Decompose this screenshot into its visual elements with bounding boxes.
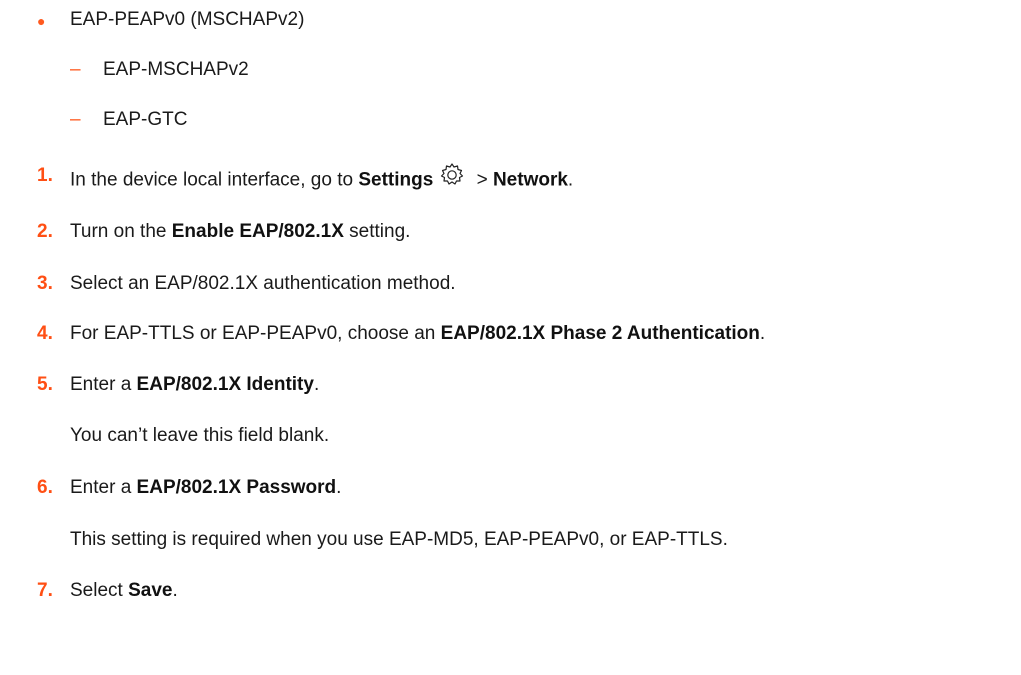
- step-note-text: This setting is required when you use EA…: [70, 529, 728, 550]
- step-text: Select an EAP/802.1X authentication meth…: [70, 273, 456, 294]
- step-text-pre: In the device local interface, go to: [70, 169, 359, 191]
- step-text-post: .: [313, 374, 320, 395]
- bullet-text: EAP-PEAPv0 (MSCHAPv2): [70, 9, 305, 30]
- step-number: 7.: [37, 580, 53, 601]
- step-number: 1.: [37, 165, 53, 186]
- step-text-pre: Enter a: [70, 374, 137, 395]
- step-number: 5.: [37, 374, 53, 395]
- save-label: Save: [128, 580, 173, 601]
- step-text: For EAP-TTLS or EAP-PEAPv0, choose an EA…: [70, 322, 765, 346]
- step-text-mid: >: [471, 169, 493, 191]
- step-text: Enter a EAP/802.1X Identity.: [70, 373, 319, 397]
- step-number: 3.: [37, 273, 53, 294]
- identity-label: EAP/802.1X Identity: [136, 374, 314, 395]
- step-number: 6.: [37, 477, 53, 498]
- step-text-post: .: [336, 477, 342, 498]
- step-number: 4.: [37, 323, 53, 344]
- sub-bullet-text: EAP-GTC: [103, 109, 188, 130]
- step-text: Select Save.: [70, 579, 178, 603]
- step-text: In the device local interface, go to Set…: [70, 162, 574, 197]
- network-label: Network: [492, 169, 568, 191]
- gear-icon: [439, 162, 465, 195]
- step-note-text: You can’t leave this field blank.: [70, 425, 330, 446]
- step-text-post: setting.: [343, 221, 411, 242]
- step-number: 2.: [37, 221, 53, 242]
- step-text: Enter a EAP/802.1X Password.: [70, 476, 341, 500]
- step-text-pre: Turn on the: [70, 221, 172, 242]
- dash-icon: –: [70, 59, 81, 80]
- step-text-pre: Select: [70, 580, 129, 601]
- step-text-post: .: [759, 323, 766, 344]
- step-text-pre: For EAP-TTLS or EAP-PEAPv0, choose an: [70, 323, 441, 344]
- dash-icon: –: [70, 109, 81, 130]
- step-text-pre: Enter a: [70, 477, 137, 498]
- password-label: EAP/802.1X Password: [136, 477, 337, 498]
- enable-eap-label: Enable EAP/802.1X: [171, 221, 344, 242]
- step-text: Turn on the Enable EAP/802.1X setting.: [70, 220, 410, 244]
- bullet-dot-icon: ●: [37, 13, 46, 29]
- phase2-auth-label: EAP/802.1X Phase 2 Authentication: [440, 323, 760, 344]
- sub-bullet-text: EAP-MSCHAPv2: [103, 59, 249, 80]
- settings-label: Settings: [358, 169, 434, 191]
- step-text-post: .: [172, 580, 178, 601]
- step-text-post: .: [567, 169, 574, 191]
